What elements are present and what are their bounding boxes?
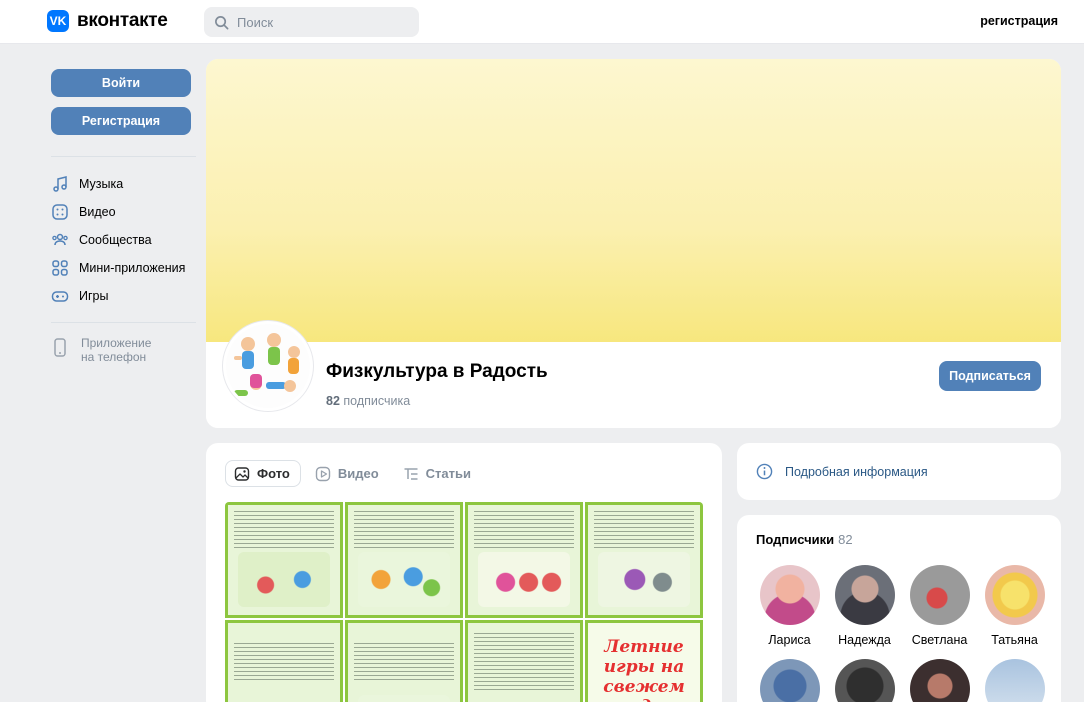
subscribe-button[interactable]: Подписаться bbox=[939, 361, 1041, 391]
subscribers-grid: Лариса Надежда Светлана Татьяна bbox=[752, 565, 1052, 702]
sidebar-nav: Музыка Видео Сообщества Мини-приложения … bbox=[51, 170, 196, 310]
avatar bbox=[909, 659, 970, 702]
subscribers-title: Подписчики bbox=[756, 532, 835, 547]
subscriber-item[interactable]: Надежда bbox=[827, 565, 902, 647]
mobile-app-label-line1: Приложение bbox=[81, 336, 152, 350]
sidebar-item-label: Видео bbox=[79, 205, 116, 219]
media-card: Фото Видео Статьи Летние игры на свежем bbox=[206, 443, 722, 702]
sidebar-item-label: Музыка bbox=[79, 177, 124, 191]
login-button[interactable]: Войти bbox=[51, 69, 191, 97]
subscriber-name: Надежда bbox=[838, 633, 891, 647]
group-avatar-image bbox=[226, 324, 310, 408]
photo-thumbnail[interactable] bbox=[225, 502, 343, 618]
search-box[interactable] bbox=[204, 7, 419, 37]
group-title: Физкультура в Радость bbox=[326, 361, 548, 382]
photo-thumbnail[interactable] bbox=[345, 502, 463, 618]
info-icon bbox=[756, 463, 773, 480]
avatar bbox=[984, 565, 1045, 625]
subscriber-item[interactable]: Светлана bbox=[902, 565, 977, 647]
subscriber-name: Лариса bbox=[768, 633, 811, 647]
avatar bbox=[759, 565, 820, 625]
search-input[interactable] bbox=[237, 14, 407, 30]
featured-photo-title: Летние игры на свежем воздухе bbox=[603, 637, 685, 702]
sidebar-divider bbox=[51, 156, 196, 157]
group-subscriber-count[interactable]: 82 подписчика bbox=[326, 394, 410, 408]
sidebar-item-games[interactable]: Игры bbox=[51, 282, 196, 310]
subscriber-item[interactable] bbox=[902, 659, 977, 702]
sidebar-item-music[interactable]: Музыка bbox=[51, 170, 196, 198]
photo-thumbnail[interactable]: Летние игры на свежем воздухе bbox=[585, 620, 703, 702]
subscriber-item[interactable]: Татьяна bbox=[977, 565, 1052, 647]
media-tabs: Фото Видео Статьи bbox=[225, 460, 481, 487]
sidebar-item-video[interactable]: Видео bbox=[51, 198, 196, 226]
games-icon bbox=[51, 287, 69, 305]
tab-articles[interactable]: Статьи bbox=[395, 460, 481, 487]
subscriber-name: Татьяна bbox=[991, 633, 1038, 647]
mobile-app-label-line2: на телефон bbox=[81, 350, 147, 364]
avatar bbox=[834, 565, 895, 625]
subscribers-heading[interactable]: Подписчики 82 bbox=[756, 532, 853, 547]
avatar bbox=[909, 565, 970, 625]
video-icon bbox=[51, 203, 69, 221]
search-icon bbox=[215, 15, 229, 29]
group-info-link[interactable]: Подробная информация bbox=[737, 443, 1061, 500]
sidebar-divider bbox=[51, 322, 196, 323]
subscribers-card: Подписчики 82 Лариса Надежда Светлана Тат… bbox=[737, 515, 1061, 702]
article-icon bbox=[404, 467, 418, 480]
sidebar-item-label: Мини-приложения bbox=[79, 261, 186, 275]
logo-text: вконтакте bbox=[77, 10, 168, 31]
subscriber-count-number: 82 bbox=[326, 394, 340, 408]
vk-logo[interactable]: VK вконтакте bbox=[47, 10, 168, 32]
photo-thumbnail[interactable] bbox=[465, 502, 583, 618]
photo-grid: Летние игры на свежем воздухе bbox=[225, 502, 703, 702]
sidebar-item-label: Игры bbox=[79, 289, 109, 303]
avatar bbox=[834, 659, 895, 702]
subscriber-name: Светлана bbox=[911, 633, 968, 647]
photo-thumbnail[interactable] bbox=[345, 620, 463, 702]
phone-icon bbox=[51, 336, 69, 364]
info-label: Подробная информация bbox=[785, 464, 928, 479]
group-header-bar bbox=[206, 342, 1061, 428]
header-register-link[interactable]: регистрация bbox=[980, 14, 1058, 28]
group-avatar[interactable] bbox=[223, 321, 313, 411]
tab-label: Видео bbox=[337, 466, 379, 481]
vk-logo-icon: VK bbox=[47, 10, 69, 32]
photo-icon bbox=[234, 466, 250, 481]
avatar bbox=[984, 659, 1045, 702]
tab-videos[interactable]: Видео bbox=[307, 460, 389, 487]
subscriber-count-label: подписчика bbox=[343, 394, 411, 408]
tab-label: Статьи bbox=[425, 466, 472, 481]
photo-thumbnail[interactable] bbox=[465, 620, 583, 702]
tab-photos[interactable]: Фото bbox=[225, 460, 301, 487]
photo-thumbnail[interactable] bbox=[585, 502, 703, 618]
photo-thumbnail[interactable] bbox=[225, 620, 343, 702]
tab-label: Фото bbox=[257, 466, 290, 481]
group-cover-image bbox=[206, 59, 1061, 342]
subscriber-item[interactable] bbox=[752, 659, 827, 702]
sidebar-item-label: Сообщества bbox=[79, 233, 152, 247]
avatar bbox=[759, 659, 820, 702]
play-icon bbox=[315, 466, 331, 481]
subscribers-count: 82 bbox=[838, 532, 853, 547]
sidebar-item-mini-apps[interactable]: Мини-приложения bbox=[51, 254, 196, 282]
subscriber-item[interactable]: Лариса bbox=[752, 565, 827, 647]
subscriber-item[interactable] bbox=[977, 659, 1052, 702]
music-icon bbox=[51, 175, 69, 193]
mini-apps-icon bbox=[51, 259, 69, 277]
communities-icon bbox=[51, 231, 69, 249]
sidebar-item-communities[interactable]: Сообщества bbox=[51, 226, 196, 254]
register-button[interactable]: Регистрация bbox=[51, 107, 191, 135]
subscriber-item[interactable] bbox=[827, 659, 902, 702]
sidebar-mobile-app[interactable]: Приложение на телефон bbox=[51, 336, 151, 364]
top-header: VK вконтакте регистрация bbox=[0, 0, 1084, 44]
